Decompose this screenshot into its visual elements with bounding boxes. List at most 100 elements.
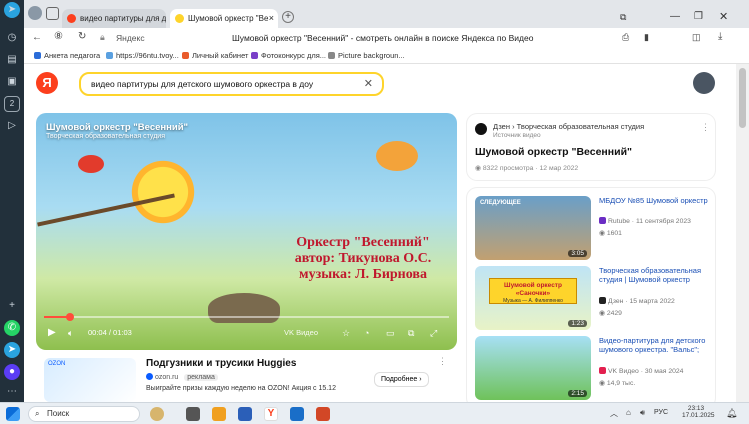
related-title[interactable]: Творческая образовательная студия | Шумо…: [599, 266, 711, 284]
bookmark-item[interactable]: Анкета педагога: [34, 51, 100, 60]
info-menu-icon[interactable]: ⋮: [701, 122, 710, 133]
bookmarks-bar: Анкета педагога https://96ntu.tvoy... Ли…: [24, 49, 749, 64]
bookmark-page-icon[interactable]: ▮: [644, 32, 649, 43]
reader-icon[interactable]: ⎙: [622, 32, 629, 43]
bookmark-icon[interactable]: ▤: [4, 52, 20, 68]
bookmark-item[interactable]: https://96ntu.tvoy...: [106, 51, 179, 60]
subtitles-icon[interactable]: ▭: [386, 327, 395, 339]
task-view-icon[interactable]: [186, 407, 200, 421]
tab-label: видео партитуры для де: [80, 14, 166, 23]
bee-illustration: [376, 141, 418, 171]
tab-search[interactable]: видео партитуры для де: [62, 9, 166, 28]
close-window-button[interactable]: ✕: [719, 10, 728, 23]
new-tab-button[interactable]: +: [282, 11, 294, 23]
play-button[interactable]: ▶: [48, 327, 56, 339]
file-explorer-icon[interactable]: [212, 407, 226, 421]
messenger-icon[interactable]: ●: [4, 364, 20, 380]
tabs-icon[interactable]: ⑧: [54, 31, 63, 42]
progress-bar[interactable]: [44, 313, 449, 321]
credit-line: музыка: Л. Бирнова: [299, 267, 427, 282]
related-thumbnail[interactable]: Шумовой оркестр «Саночки» Музыка — А. Фи…: [475, 266, 591, 330]
tab-video[interactable]: Шумовой оркестр "Ве ×: [170, 9, 278, 28]
minimize-button[interactable]: —: [670, 11, 680, 22]
related-video-item[interactable]: СЛЕДУЮЩЕЕ 3:05 МБДОУ №85 Шумовой оркестр…: [475, 196, 717, 262]
close-tab-icon[interactable]: ×: [269, 9, 274, 28]
address-bar: ← ⑧ ↻ 🔒︎ Яндекс Шумовой оркестр "Весенни…: [24, 28, 749, 49]
source-name: Rutube: [608, 218, 630, 225]
site-name[interactable]: Яндекс: [116, 33, 145, 43]
clock-icon[interactable]: ◷: [4, 30, 20, 46]
windows-start-icon[interactable]: [6, 407, 20, 421]
page-title[interactable]: Шумовой оркестр "Весенний" - смотреть он…: [232, 33, 533, 43]
badge-icon[interactable]: 2: [4, 96, 20, 112]
taskbar: ⌕ Поиск Y ︿ ⌂ 🔊︎ РУС 23:13 17.01.2025 🔔︎: [0, 402, 749, 424]
related-title[interactable]: Видео-партитура для детского шумового ор…: [599, 336, 711, 354]
scrollbar-thumb[interactable]: [739, 68, 746, 128]
telegram-icon[interactable]: ➤: [4, 2, 20, 18]
video-title: Шумовой оркестр "Весенний": [475, 146, 633, 158]
related-thumbnail[interactable]: СЛЕДУЮЩЕЕ 3:05: [475, 196, 591, 260]
taskbar-search-label: Поиск: [47, 409, 70, 418]
profile-avatar[interactable]: [28, 6, 42, 20]
yandex-browser-icon[interactable]: Y: [264, 407, 278, 421]
related-video-item[interactable]: 2:15 Видео-партитура для детского шумово…: [475, 336, 717, 402]
video-favicon-icon: [175, 14, 184, 23]
bookmark-label: Picture backgroun...: [338, 51, 405, 60]
tray-chevron-icon[interactable]: ︿: [610, 408, 618, 419]
views-count: 14,9 тыс.: [606, 380, 636, 387]
back-icon[interactable]: ←: [32, 32, 42, 43]
related-title[interactable]: МБДОУ №85 Шумовой оркестр: [599, 196, 711, 205]
language-indicator[interactable]: РУС: [654, 409, 668, 416]
ad-domain: ozon.ru реклама: [146, 373, 218, 381]
fullscreen-icon[interactable]: ⤢: [430, 327, 437, 339]
taskbar-search[interactable]: ⌕ Поиск: [28, 406, 140, 422]
dzen-icon: [599, 297, 606, 304]
maximize-button[interactable]: ❐: [694, 11, 703, 22]
user-avatar[interactable]: [693, 72, 715, 94]
telegram-icon[interactable]: ➤: [4, 342, 20, 358]
notifications-icon[interactable]: 🔔︎: [726, 408, 737, 419]
network-icon[interactable]: ⌂: [626, 408, 631, 417]
powerpoint-icon[interactable]: [316, 407, 330, 421]
vk-video-label[interactable]: VK Видео: [284, 327, 318, 339]
ad-menu-icon[interactable]: ⋮: [438, 356, 447, 367]
app-icon[interactable]: [290, 407, 304, 421]
tabs-collection-icon[interactable]: ⧉: [620, 12, 626, 23]
widget-icon[interactable]: [150, 407, 164, 421]
chat-icon[interactable]: ◫: [692, 32, 701, 43]
whatsapp-icon[interactable]: ✆: [4, 320, 20, 336]
ad-block[interactable]: OZON Подгузники и трусики Huggies ozon.r…: [36, 354, 457, 402]
channel-breadcrumb[interactable]: Дзен › Творческая образовательная студия: [493, 122, 644, 131]
video-player[interactable]: Шумовой оркестр "Весенний" Творческая об…: [36, 113, 457, 350]
bookmark-item[interactable]: Личный кабинет: [182, 51, 248, 60]
bookmark-item[interactable]: Фотоконкурс для...: [251, 51, 326, 60]
speed-icon[interactable]: ◔: [364, 327, 369, 339]
page-scrollbar[interactable]: [736, 64, 749, 402]
grid-icon[interactable]: ⋯: [4, 384, 20, 400]
clear-search-icon[interactable]: ✕: [364, 77, 373, 90]
views-count: 1601: [606, 230, 622, 237]
pip-icon[interactable]: ⧉: [408, 327, 414, 339]
reload-icon[interactable]: ↻: [78, 31, 86, 42]
yandex-logo[interactable]: Я: [36, 72, 58, 94]
tabs-overview-icon[interactable]: [46, 7, 59, 20]
ad-title[interactable]: Подгузники и трусики Huggies: [146, 358, 296, 369]
bookmark-video-icon[interactable]: ☆: [342, 327, 350, 339]
speaker-icon[interactable]: 🔊︎: [640, 408, 645, 418]
ad-more-button[interactable]: Подробнее ›: [374, 372, 429, 387]
word-icon[interactable]: [238, 407, 252, 421]
folder-icon[interactable]: ▣: [4, 74, 20, 90]
source-name: VK Видео: [608, 368, 639, 375]
plus-icon[interactable]: +: [4, 298, 20, 314]
volume-icon[interactable]: 🔈︎: [68, 327, 73, 339]
bookmark-label: https://96ntu.tvoy...: [116, 51, 179, 60]
clock[interactable]: 23:13 17.01.2025: [682, 405, 715, 419]
related-video-item[interactable]: Шумовой оркестр «Саночки» Музыка — А. Фи…: [475, 266, 717, 332]
search-input[interactable]: видео партитуры для детского шумового ор…: [79, 72, 384, 96]
progress-handle[interactable]: [65, 313, 74, 321]
download-icon[interactable]: ⤓: [718, 31, 722, 42]
related-thumbnail[interactable]: 2:15: [475, 336, 591, 400]
bookmark-item[interactable]: Picture backgroun...: [328, 51, 405, 60]
video-duration: 1:23: [568, 320, 587, 327]
play-icon[interactable]: ▷: [4, 118, 20, 134]
